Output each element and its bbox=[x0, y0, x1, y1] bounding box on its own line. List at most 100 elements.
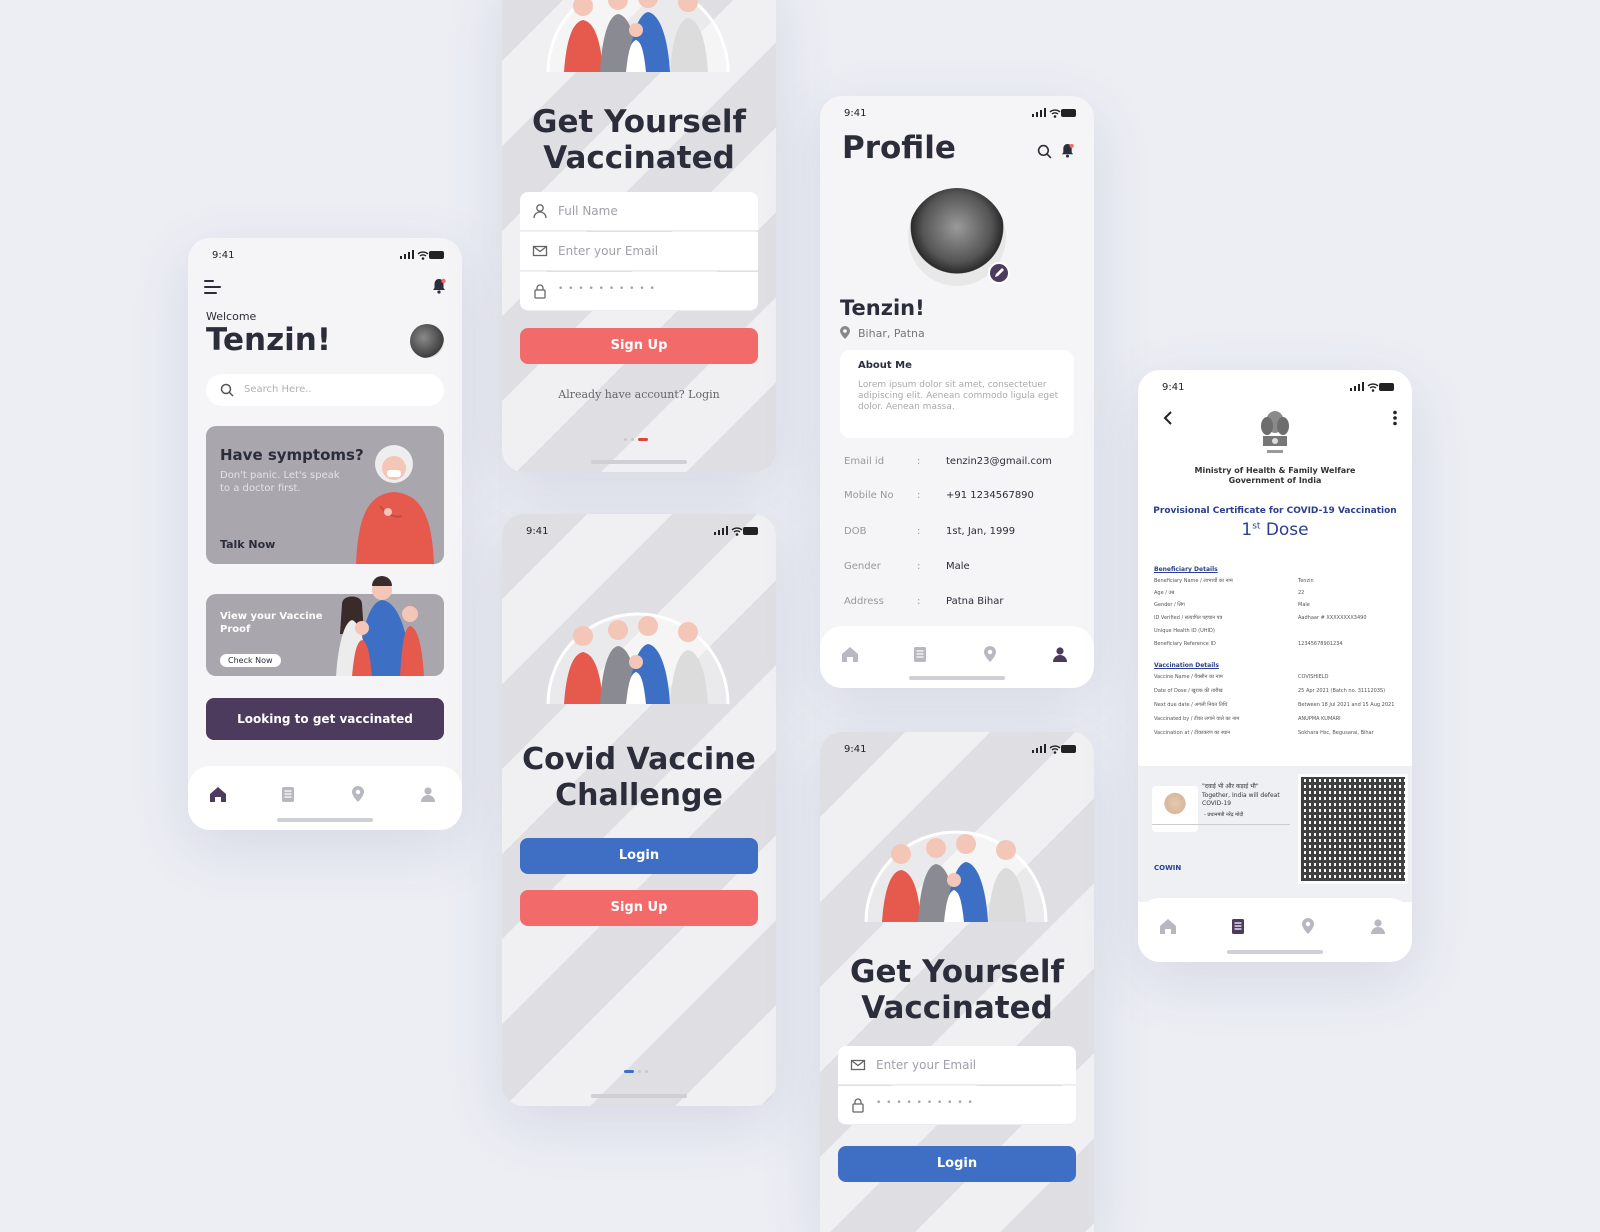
tab-home-icon[interactable] bbox=[1158, 916, 1178, 936]
detail-label: Beneficiary Name / लाभार्थी का नाम bbox=[1154, 578, 1233, 584]
field-label: Mobile No bbox=[844, 490, 894, 501]
back-chevron-icon[interactable] bbox=[1162, 410, 1174, 426]
tab-certificate-icon[interactable] bbox=[278, 784, 298, 804]
wifi-icon bbox=[1049, 745, 1061, 754]
check-now-button[interactable]: Check Now bbox=[220, 654, 281, 667]
status-bar: 9:41 bbox=[820, 96, 1094, 126]
home-indicator bbox=[591, 1094, 687, 1098]
password-field[interactable]: • • • • • • • • • • bbox=[838, 1086, 1076, 1125]
email-input[interactable]: Enter your Email bbox=[558, 244, 658, 258]
field-label: Address bbox=[844, 596, 884, 607]
tab-profile-icon[interactable] bbox=[1050, 644, 1070, 664]
talk-now-link[interactable]: Talk Now bbox=[220, 538, 275, 551]
dose-word: Dose bbox=[1265, 520, 1309, 540]
tab-certificate-icon[interactable] bbox=[1228, 916, 1248, 936]
field-value: Male bbox=[946, 561, 970, 572]
dose-label: 1st Dose bbox=[1138, 520, 1412, 540]
login-link[interactable]: Already have account? Login bbox=[502, 388, 776, 401]
detail-value: Male bbox=[1298, 602, 1310, 608]
field-colon: : bbox=[917, 561, 921, 572]
search-icon[interactable] bbox=[1037, 144, 1052, 159]
tab-location-icon[interactable] bbox=[348, 784, 368, 804]
login-button[interactable]: Login bbox=[838, 1146, 1076, 1182]
tab-profile-icon[interactable] bbox=[1368, 916, 1388, 936]
search-bar[interactable]: Search Here.. bbox=[206, 374, 444, 406]
detail-label: Vaccinated by / टीका लगाने वाले का नाम bbox=[1154, 716, 1240, 722]
signal-icon bbox=[1032, 108, 1046, 117]
tab-location-icon[interactable] bbox=[1298, 916, 1318, 936]
detail-row: Beneficiary Reference ID 12345678901234 bbox=[1154, 641, 1400, 647]
about-text: Lorem ipsum dolor sit amet, consectetuer… bbox=[858, 380, 1059, 412]
edit-avatar-button[interactable] bbox=[988, 262, 1010, 284]
profile-location: Bihar, Patna bbox=[858, 327, 925, 340]
full-name-input[interactable]: Full Name bbox=[558, 204, 618, 218]
email-input[interactable]: Enter your Email bbox=[876, 1058, 976, 1072]
pencil-icon bbox=[995, 268, 1004, 277]
beneficiary-heading: Beneficiary Details bbox=[1154, 566, 1218, 573]
status-time: 9:41 bbox=[212, 250, 235, 261]
detail-row: Beneficiary Name / लाभार्थी का नाम Tenzin bbox=[1154, 578, 1400, 584]
email-field[interactable]: Enter your Email bbox=[838, 1046, 1076, 1085]
mail-icon bbox=[532, 245, 548, 257]
email-field[interactable]: Enter your Email bbox=[520, 232, 758, 271]
more-options-icon[interactable] bbox=[1392, 410, 1398, 426]
notification-bell-icon[interactable] bbox=[432, 278, 446, 294]
tab-home-icon[interactable] bbox=[840, 644, 860, 664]
lock-icon bbox=[852, 1098, 864, 1113]
detail-label: Vaccine Name / वैक्सीन का नाम bbox=[1154, 674, 1223, 680]
login-button[interactable]: Login bbox=[520, 838, 758, 874]
field-row: DOB : 1st, Jan, 1999 bbox=[844, 526, 1078, 546]
get-vaccinated-button[interactable]: Looking to get vaccinated bbox=[206, 698, 444, 740]
battery-icon bbox=[429, 251, 444, 259]
menu-icon[interactable] bbox=[204, 280, 222, 294]
pm-portrait bbox=[1152, 786, 1198, 832]
field-value: +91 1234567890 bbox=[946, 490, 1034, 501]
status-time: 9:41 bbox=[844, 744, 867, 755]
avatar[interactable] bbox=[410, 324, 444, 358]
home-indicator bbox=[277, 818, 373, 822]
vaccine-proof-card[interactable]: View your Vaccine Proof Check Now bbox=[206, 576, 444, 676]
wifi-icon bbox=[731, 527, 743, 536]
detail-label: Vaccination at / टीकाकरण का स्थान bbox=[1154, 730, 1231, 736]
user-name: Tenzin! bbox=[206, 322, 331, 358]
search-input[interactable]: Search Here.. bbox=[244, 384, 312, 395]
signal-icon bbox=[1350, 382, 1364, 391]
detail-row: Next due date / अगली नियत तिथि Between 18… bbox=[1154, 702, 1400, 708]
field-row: Mobile No : +91 1234567890 bbox=[844, 490, 1078, 510]
symptoms-subtitle: Don't panic. Let's speak to a doctor fir… bbox=[220, 470, 340, 494]
certificate-title: Provisional Certificate for COVID-19 Vac… bbox=[1153, 506, 1397, 516]
doctor-illustration bbox=[356, 445, 434, 564]
beneficiary-details: Beneficiary Name / लाभार्थी का नाम Tenzin… bbox=[1154, 578, 1400, 654]
password-input[interactable]: • • • • • • • • • • bbox=[876, 1098, 974, 1108]
family-illustration bbox=[546, 612, 730, 704]
detail-value: Tenzin bbox=[1298, 578, 1314, 584]
home-indicator bbox=[1227, 950, 1323, 954]
lock-icon bbox=[534, 284, 546, 299]
tab-profile-icon[interactable] bbox=[418, 784, 438, 804]
field-value: Patna Bihar bbox=[946, 596, 1004, 607]
detail-row: ID Verified / सत्यापित पहचान पत्र Aadhaar… bbox=[1154, 615, 1400, 621]
password-field[interactable]: • • • • • • • • • • bbox=[520, 272, 758, 311]
tab-location-icon[interactable] bbox=[980, 644, 1000, 664]
detail-label: Date of Dose / खुराक की तारीख bbox=[1154, 688, 1223, 694]
wifi-icon bbox=[417, 251, 429, 260]
signup-button[interactable]: Sign Up bbox=[520, 328, 758, 364]
tab-home-icon[interactable] bbox=[208, 784, 228, 804]
login-form: Enter your Email • • • • • • • • • • bbox=[820, 1046, 1094, 1126]
family-illustration bbox=[336, 576, 424, 676]
certificate-footer: "दवाई भी और कड़ाई भी" Together, India wi… bbox=[1138, 766, 1412, 902]
notification-bell-icon[interactable] bbox=[1061, 143, 1074, 158]
qr-code[interactable] bbox=[1298, 774, 1408, 884]
page-dots bbox=[624, 1070, 654, 1074]
profile-name: Tenzin! bbox=[840, 296, 925, 320]
field-label: Email id bbox=[844, 456, 885, 467]
field-label: Gender bbox=[844, 561, 881, 572]
challenge-screen: 9:41 Covid Vaccine Challenge Login Sign … bbox=[502, 514, 776, 1106]
password-input[interactable]: • • • • • • • • • • bbox=[558, 284, 656, 294]
signup-button[interactable]: Sign Up bbox=[520, 890, 758, 926]
tab-certificate-icon[interactable] bbox=[910, 644, 930, 664]
symptoms-card[interactable]: Have symptoms? Don't panic. Let's speak … bbox=[206, 426, 444, 564]
cowin-logo: COWIN bbox=[1154, 864, 1182, 872]
full-name-field[interactable]: Full Name bbox=[520, 192, 758, 231]
signup-title: Get Yourself Vaccinated bbox=[532, 104, 746, 176]
